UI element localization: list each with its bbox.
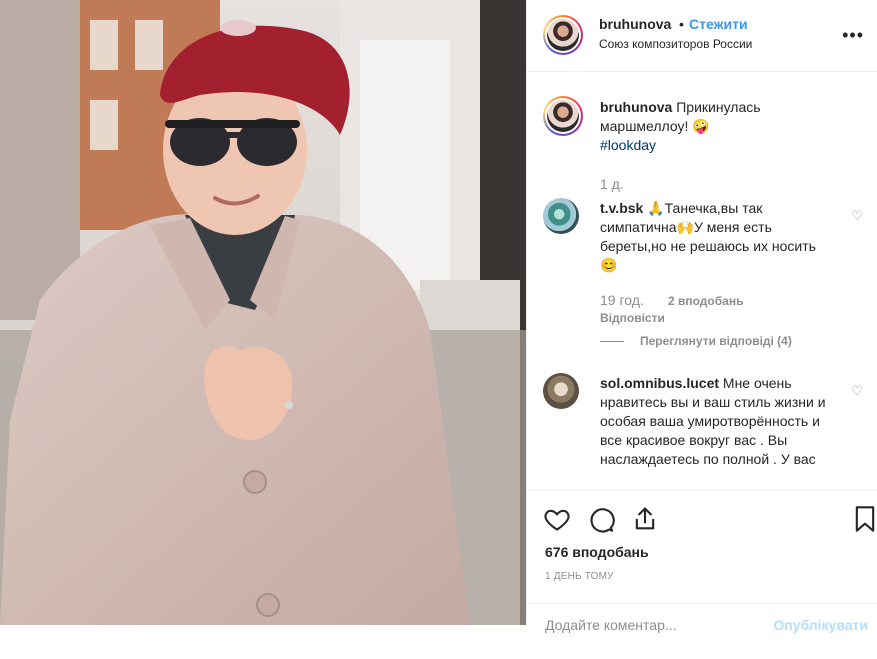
post-sidebar: bruhunova • Стежити Союз композиторов Ро… (526, 0, 877, 634)
publish-button[interactable]: Опублікувати (773, 617, 868, 633)
reply-button[interactable]: Відповісти (600, 311, 665, 325)
commenter-username[interactable]: sol.omnibus.lucet (600, 375, 719, 391)
caption-username[interactable]: bruhunova (600, 99, 672, 115)
post-header: bruhunova • Стежити Союз композиторов Ро… (527, 0, 877, 72)
comments-list[interactable]: bruhunova Прикинулась маршмеллоу! 🤪 #loo… (527, 72, 877, 490)
comment-input[interactable] (543, 616, 787, 634)
add-comment-bar: Опублікувати (527, 603, 877, 659)
header-separator: • (679, 16, 684, 32)
heart-icon[interactable] (543, 505, 571, 533)
location-link[interactable]: Союз композиторов России (599, 37, 752, 51)
commenter-username[interactable]: t.v.bsk (600, 200, 643, 216)
comment-likes[interactable]: 2 вподобань (668, 294, 743, 308)
hashtag-link[interactable]: #lookday (600, 137, 656, 153)
post-time-ago[interactable]: 1 ДЕНЬ ТОМУ (545, 571, 614, 582)
likes-count[interactable]: 676 вподобань (545, 544, 649, 560)
comment-time[interactable]: 19 год. (600, 292, 644, 308)
comment-item: sol.omnibus.lucet Мне очень нравитесь вы… (543, 373, 863, 490)
replies-divider (600, 341, 624, 343)
photo-illustration (0, 0, 526, 625)
comment-icon[interactable] (587, 505, 615, 533)
caption-time[interactable]: 1 д. (600, 176, 624, 192)
view-replies-button[interactable]: Переглянути відповіді (4) (600, 334, 792, 348)
comment-item: t.v.bsk 🙏Танечка,вы так симпатична🙌У мен… (543, 198, 863, 358)
caption-avatar[interactable] (543, 96, 583, 136)
caption-item: bruhunova Прикинулась маршмеллоу! 🤪 #loo… (543, 96, 863, 192)
commenter-avatar[interactable] (543, 198, 579, 234)
view-replies-label: Переглянути відповіді (4) (640, 334, 792, 348)
follow-button[interactable]: Стежити (689, 16, 748, 32)
post-photo[interactable] (0, 0, 526, 625)
author-avatar[interactable] (543, 15, 583, 55)
bookmark-icon[interactable] (851, 505, 877, 533)
author-username[interactable]: bruhunova (599, 16, 671, 32)
post-actions: 676 вподобань 1 ДЕНЬ ТОМУ Опублікувати (527, 490, 877, 634)
more-horizontal-icon[interactable]: ••• (842, 25, 864, 46)
comment-like-heart-icon[interactable]: ♡ (851, 383, 863, 399)
commenter-avatar[interactable] (543, 373, 579, 409)
comment-like-heart-icon[interactable]: ♡ (851, 208, 863, 224)
share-icon[interactable] (631, 505, 659, 533)
